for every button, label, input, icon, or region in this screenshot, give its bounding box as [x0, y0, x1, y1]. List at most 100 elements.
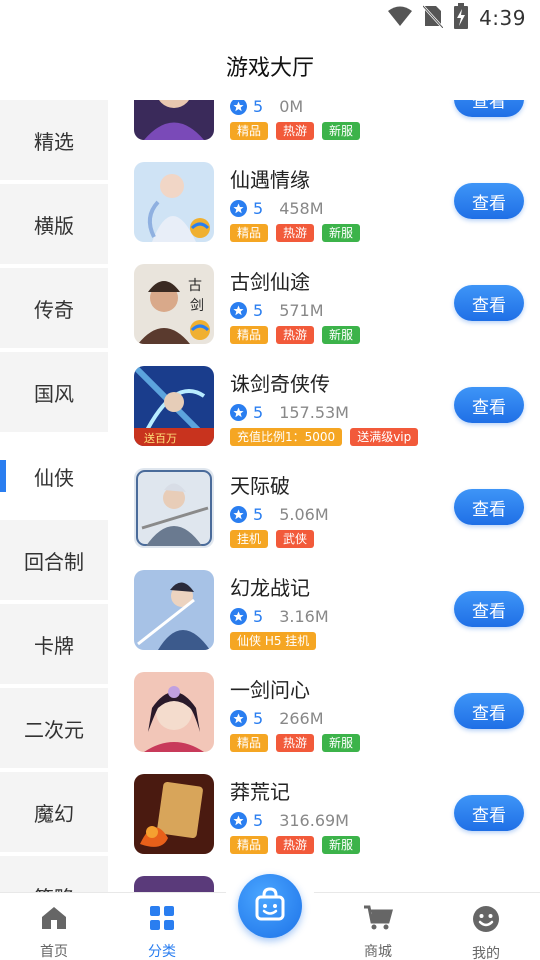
view-button[interactable]: 查看: [454, 489, 524, 525]
nav-label: 我的: [472, 946, 500, 960]
game-meta: 5 157.53M: [230, 402, 349, 422]
game-tags: 精品 热游 新服: [230, 836, 361, 854]
game-size: 571M: [279, 300, 324, 320]
game-meta: 5 266M: [230, 708, 324, 728]
game-thumbnail: [134, 162, 214, 242]
game-name: 诛剑奇侠传: [230, 372, 330, 396]
cart-icon: [363, 905, 393, 935]
game-size: 3.16M: [279, 606, 329, 626]
wifi-icon: [387, 5, 413, 31]
center-shop-button[interactable]: [238, 874, 302, 938]
game-tags: 仙侠 H5 挂机: [230, 632, 317, 650]
game-rating: 5: [253, 100, 264, 116]
game-meta: 5 458M: [230, 198, 324, 218]
view-button[interactable]: 查看: [454, 693, 524, 729]
game-rating: 5: [253, 402, 264, 422]
sidebar-item-label: 回合制: [24, 549, 84, 574]
sidebar-item-xianxia[interactable]: 仙侠: [0, 436, 108, 516]
list-item[interactable]: 仙遇情缘 5 458M 精品 热游 新服 查看: [108, 162, 540, 264]
svg-text:送百万: 送百万: [144, 431, 177, 445]
list-item[interactable]: 一剑问心 5 266M 精品 热游 新服 查看: [108, 672, 540, 774]
game-thumbnail: [134, 876, 214, 892]
game-name: 一剑问心: [230, 678, 310, 702]
star-icon: [230, 403, 247, 421]
star-icon: [230, 100, 247, 115]
game-tag: 新服: [322, 122, 361, 140]
game-tag: 热游: [276, 224, 315, 242]
home-icon: [40, 905, 68, 935]
view-button[interactable]: 查看: [454, 183, 524, 219]
sidebar-item-label: 精选: [34, 129, 74, 154]
game-tag: 热游: [276, 122, 315, 140]
game-size: 0M: [279, 100, 304, 116]
game-name: 古剑仙途: [230, 270, 310, 294]
page-title: 游戏大厅: [225, 56, 314, 81]
view-button[interactable]: 查看: [454, 100, 524, 117]
game-tag: 热游: [276, 734, 315, 752]
game-rating: 5: [253, 300, 264, 320]
sidebar-item-guofeng[interactable]: 国风: [0, 352, 108, 432]
sidebar-item-celue[interactable]: 策略: [0, 856, 108, 892]
game-tag: 精品: [230, 122, 269, 140]
game-tag: 新服: [322, 326, 361, 344]
sidebar-item-kapai[interactable]: 卡牌: [0, 604, 108, 684]
sidebar-item-chuanqi[interactable]: 传奇: [0, 268, 108, 348]
sidebar-item-mohuan[interactable]: 魔幻: [0, 772, 108, 852]
view-button[interactable]: 查看: [454, 387, 524, 423]
sidebar-item-label: 二次元: [24, 717, 84, 742]
game-meta: 5 0M: [230, 100, 303, 116]
view-button[interactable]: 查看: [454, 591, 524, 627]
game-tag: 新服: [322, 836, 361, 854]
nav-category[interactable]: 分类: [108, 893, 216, 960]
sidebar-item-huihezhi[interactable]: 回合制: [0, 520, 108, 600]
list-item[interactable]: 幻龙战记 5 3.16M 仙侠 H5 挂机 查看: [108, 570, 540, 672]
game-thumbnail: [134, 672, 214, 752]
sidebar-item-label: 国风: [34, 381, 74, 406]
game-name: 天际破: [230, 474, 290, 498]
sidebar-item-hengban[interactable]: 横版: [0, 184, 108, 264]
list-item[interactable]: [108, 876, 540, 892]
star-icon: [230, 199, 247, 217]
nav-shop[interactable]: 商城: [324, 893, 432, 960]
status-time: 4:39: [479, 6, 526, 30]
game-name: 莽荒记: [230, 780, 290, 804]
sidebar-item-jingxuan[interactable]: 精选: [0, 100, 108, 180]
page-header: 游戏大厅: [0, 36, 540, 96]
sidebar-item-label: 策略: [34, 882, 74, 893]
game-thumbnail: [134, 774, 214, 854]
svg-text:古: 古: [188, 278, 202, 294]
list-item[interactable]: 5 0M 精品 热游 新服 查看: [108, 100, 540, 162]
game-thumbnail: [134, 468, 214, 548]
sidebar-item-label: 卡牌: [34, 633, 74, 658]
view-button[interactable]: 查看: [454, 795, 524, 831]
game-thumbnail: 送百万: [134, 366, 214, 446]
center-shop-button-wrap: [224, 860, 316, 952]
game-thumbnail: 古剑: [134, 264, 214, 344]
game-size: 316.69M: [279, 810, 349, 830]
game-tags: 精品 热游 新服: [230, 326, 361, 344]
view-button[interactable]: 查看: [454, 285, 524, 321]
game-size: 157.53M: [279, 402, 349, 422]
category-icon: [149, 905, 175, 935]
game-meta: 5 5.06M: [230, 504, 329, 524]
list-item[interactable]: 莽荒记 5 316.69M 精品 热游 新服 查看: [108, 774, 540, 876]
game-list: 5 0M 精品 热游 新服 查看 仙遇情缘 5 458M 精品 热游 新服 查看…: [108, 100, 540, 892]
list-item[interactable]: 古剑 古剑仙途 5 571M 精品 热游 新服 查看: [108, 264, 540, 366]
list-item[interactable]: 送百万 诛剑奇侠传 5 157.53M 充值比例1：5000 送满级vip 查看: [108, 366, 540, 468]
list-item[interactable]: 天际破 5 5.06M 挂机 武侠 查看: [108, 468, 540, 570]
nav-profile[interactable]: 我的: [432, 893, 540, 960]
nav-home[interactable]: 首页: [0, 893, 108, 960]
game-rating: 5: [253, 606, 264, 626]
game-tag: 挂机: [230, 530, 269, 548]
game-tag: 仙侠 H5 挂机: [230, 632, 317, 650]
game-tag: 热游: [276, 326, 315, 344]
game-tag: 热游: [276, 836, 315, 854]
sidebar-item-erciyuan[interactable]: 二次元: [0, 688, 108, 768]
no-sim-icon: [422, 4, 445, 32]
game-tag: 精品: [230, 224, 269, 242]
nav-label: 首页: [40, 944, 68, 960]
game-size: 266M: [279, 708, 324, 728]
sidebar-item-label: 魔幻: [34, 801, 74, 826]
game-tag: 充值比例1：5000: [230, 428, 343, 446]
game-tag: 武侠: [276, 530, 315, 548]
